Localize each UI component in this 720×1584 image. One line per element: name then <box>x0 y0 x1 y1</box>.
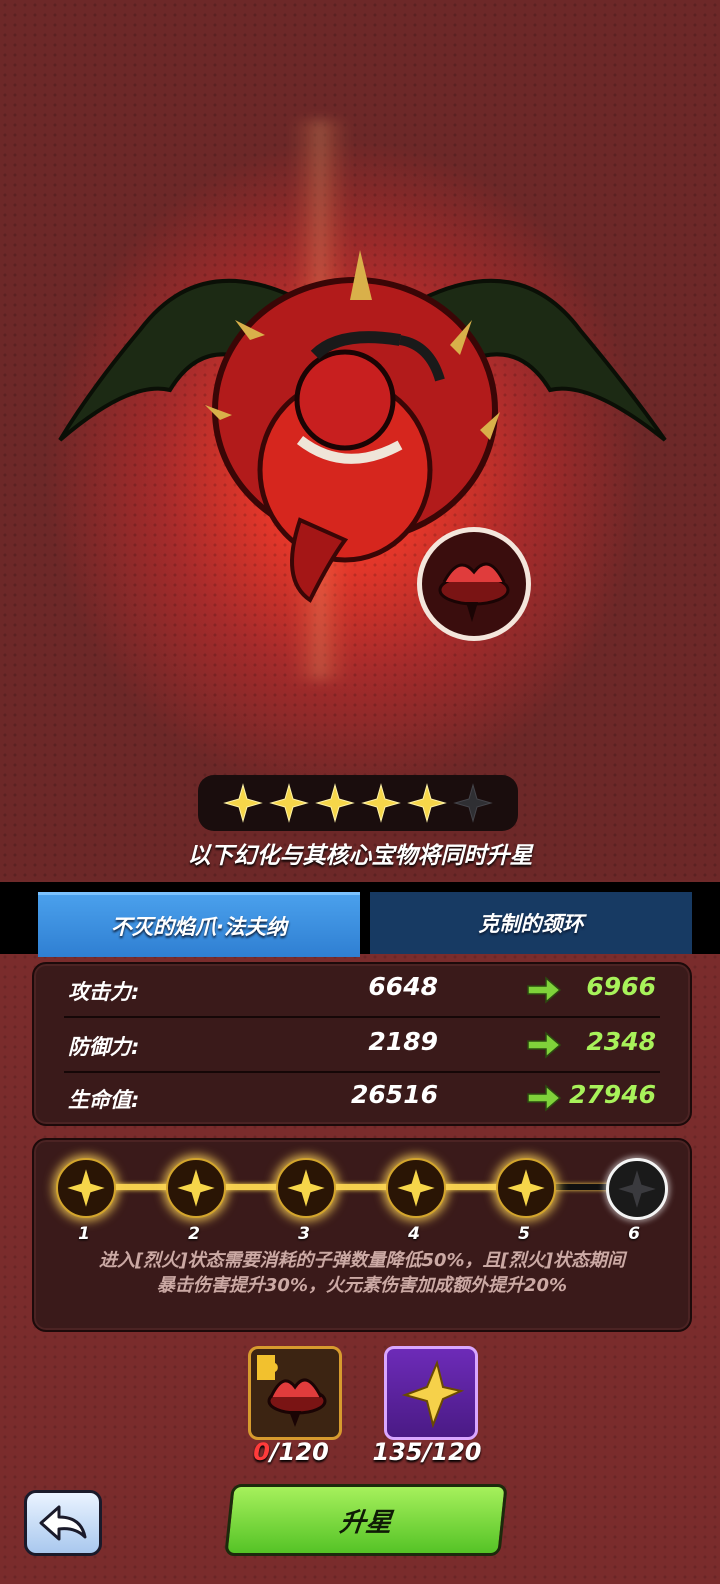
material-have: 0 <box>253 1438 270 1466</box>
track-node-4[interactable] <box>386 1158 446 1218</box>
star-track-panel: 1 2 3 4 5 6 进入[烈火]状态需要消耗的子弹数量降低50%，且[烈火]… <box>32 1138 692 1332</box>
stat-new-value: 2348 <box>586 1027 656 1056</box>
stat-new-value: 6966 <box>586 972 656 1001</box>
stat-label: 攻击力: <box>68 980 140 1004</box>
track-node-6[interactable] <box>606 1158 668 1220</box>
star-empty-icon <box>453 783 493 823</box>
tab-treasure[interactable]: 克制的颈环 <box>370 892 692 954</box>
track-node-number: 2 <box>188 1224 200 1244</box>
dragon-illustration <box>58 250 667 603</box>
track-node-2[interactable] <box>166 1158 226 1218</box>
track-node-number: 6 <box>628 1224 640 1244</box>
track-node-number: 5 <box>518 1224 530 1244</box>
description-line: 进入[烈火]状态需要消耗的子弹数量降低50%，且[烈火]状态期间 <box>99 1250 625 1271</box>
core-treasure-badge[interactable] <box>414 524 534 644</box>
material-gold-star[interactable] <box>384 1346 478 1440</box>
stat-row-attack: 攻击力: 6648 6966 <box>64 964 660 1016</box>
track-node-number: 3 <box>298 1224 310 1244</box>
material-count-2: 135/120 <box>362 1438 492 1466</box>
stat-old-value: 6648 <box>368 972 438 1001</box>
star-filled-icon <box>269 783 309 823</box>
track-node-number: 1 <box>78 1224 90 1244</box>
upgrade-star-button[interactable]: 升星 <box>224 1484 508 1556</box>
star-filled-icon <box>407 783 447 823</box>
description-line: 暴击伤害提升30%，火元素伤害加成额外提升20% <box>156 1275 568 1296</box>
stat-label: 防御力: <box>68 1035 140 1059</box>
stat-new-value: 27946 <box>569 1080 656 1109</box>
star-filled-icon <box>223 783 263 823</box>
stat-label: 生命值: <box>68 1088 140 1112</box>
track-node-3[interactable] <box>276 1158 336 1218</box>
star-node-icon <box>177 1169 215 1207</box>
stat-old-value: 2189 <box>368 1027 438 1056</box>
star-node-icon <box>397 1169 435 1207</box>
star-rating <box>198 775 518 831</box>
track-node-1[interactable] <box>56 1158 116 1218</box>
track-node-number: 4 <box>408 1224 420 1244</box>
back-button[interactable] <box>24 1490 102 1556</box>
upgrade-subtitle: 以下幻化与其核心宝物将同时升星 <box>187 843 533 869</box>
divider <box>64 1016 660 1018</box>
tab-hero[interactable]: 不灭的焰爪·法夫纳 <box>38 892 360 957</box>
material-count-1: 0/120 <box>226 1438 356 1466</box>
star-node-icon <box>287 1169 325 1207</box>
collar-fragment-icon <box>257 1355 327 1427</box>
star-filled-icon <box>361 783 401 823</box>
material-need: /120 <box>269 1438 329 1466</box>
gold-star-icon <box>401 1359 465 1429</box>
material-collar-fragment[interactable] <box>248 1346 342 1440</box>
track-node-5[interactable] <box>496 1158 556 1218</box>
star-locked-icon <box>618 1170 656 1208</box>
back-arrow-icon <box>39 1505 87 1541</box>
star-filled-icon <box>315 783 355 823</box>
material-need: /120 <box>422 1438 482 1466</box>
stat-old-value: 26516 <box>351 1080 438 1109</box>
material-have: 135 <box>372 1438 423 1466</box>
star-effect-description: 进入[烈火]状态需要消耗的子弹数量降低50%，且[烈火]状态期间 暴击伤害提升3… <box>54 1248 670 1298</box>
star-node-icon <box>507 1169 545 1207</box>
stats-panel: 攻击力: 6648 6966 防御力: 2189 2348 生命值: 26516… <box>32 962 692 1126</box>
stat-row-health: 生命值: 26516 27946 <box>64 1072 660 1124</box>
star-node-icon <box>67 1169 105 1207</box>
stat-row-defense: 防御力: 2189 2348 <box>64 1019 660 1071</box>
